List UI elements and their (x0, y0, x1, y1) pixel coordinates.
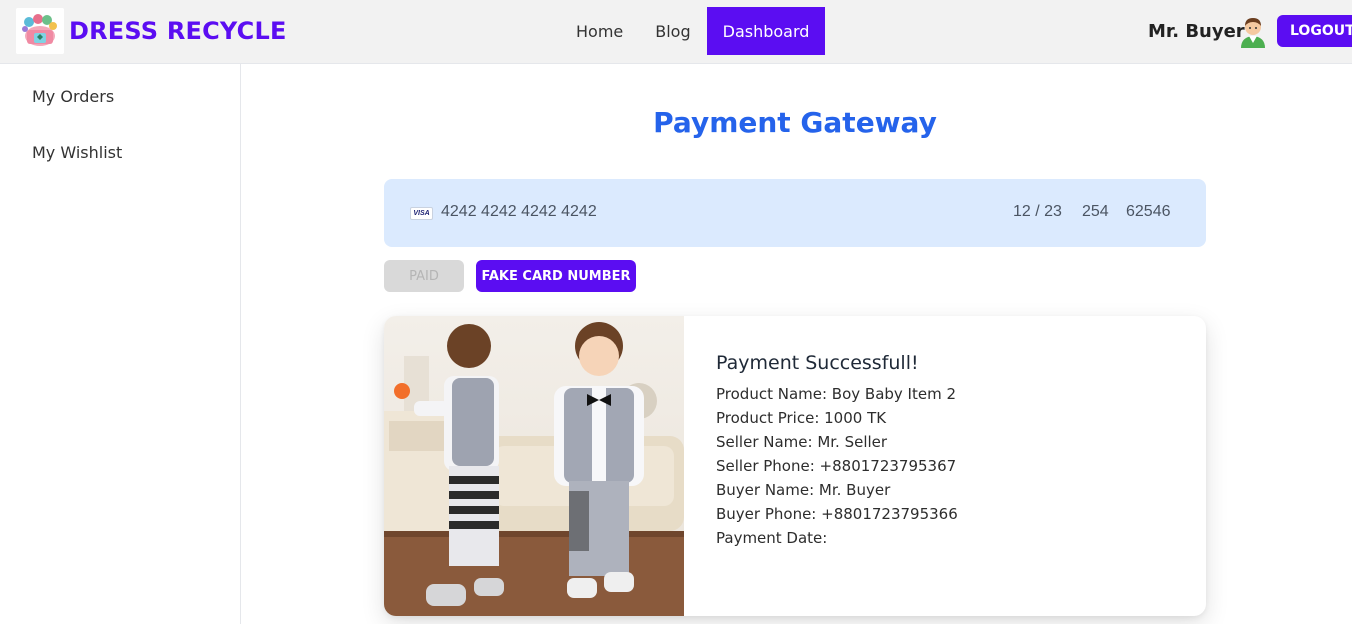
nav-dashboard-link[interactable]: Dashboard (706, 7, 826, 55)
nav-blog-link[interactable]: Blog (639, 7, 706, 55)
nav-home-link[interactable]: Home (560, 7, 639, 55)
fake-card-number-button[interactable]: FAKE CARD NUMBER (476, 260, 636, 292)
card-number-value[interactable]: 4242 4242 4242 4242 (441, 203, 597, 221)
paid-button[interactable]: PAID (384, 260, 464, 292)
card-cvc-value[interactable]: 254 (1082, 203, 1109, 221)
card-input-field[interactable]: VISA 4242 4242 4242 4242 12 / 23 254 625… (384, 179, 1206, 247)
payment-success-heading: Payment Successfull! (716, 352, 919, 374)
seller-phone-text: Seller Phone: +8801723795367 (716, 457, 957, 475)
payment-details: Payment Successfull! Product Name: Boy B… (716, 352, 958, 550)
sidebar: My Orders My Wishlist (0, 64, 241, 624)
payment-date-text: Payment Date: (716, 529, 828, 547)
payment-result-card: Payment Successfull! Product Name: Boy B… (384, 316, 1206, 616)
visa-card-icon: VISA (410, 207, 433, 220)
user-avatar-icon[interactable] (1238, 15, 1268, 48)
product-name-text: Product Name: Boy Baby Item 2 (716, 385, 957, 403)
logout-button[interactable]: LOGOUT (1277, 15, 1352, 47)
main-nav: Home Blog Dashboard (560, 7, 826, 55)
card-zip-value[interactable]: 62546 (1126, 203, 1171, 221)
card-expiry-value[interactable]: 12 / 23 (1013, 203, 1062, 221)
product-image (384, 316, 684, 616)
buyer-phone-text: Buyer Phone: +8801723795366 (716, 505, 958, 523)
sidebar-item-my-wishlist[interactable]: My Wishlist (32, 143, 122, 162)
page-title: Payment Gateway (653, 106, 937, 139)
user-name: Mr. Buyer (1148, 21, 1245, 42)
brand-name[interactable]: DRESS RECYCLE (69, 17, 287, 45)
seller-name-text: Seller Name: Mr. Seller (716, 433, 888, 451)
buyer-name-text: Buyer Name: Mr. Buyer (716, 481, 891, 499)
navbar: DRESS RECYCLE Home Blog Dashboard Mr. Bu… (0, 0, 1352, 64)
logo-image[interactable] (16, 8, 64, 54)
product-price-text: Product Price: 1000 TK (716, 409, 887, 427)
sidebar-item-my-orders[interactable]: My Orders (32, 87, 114, 106)
